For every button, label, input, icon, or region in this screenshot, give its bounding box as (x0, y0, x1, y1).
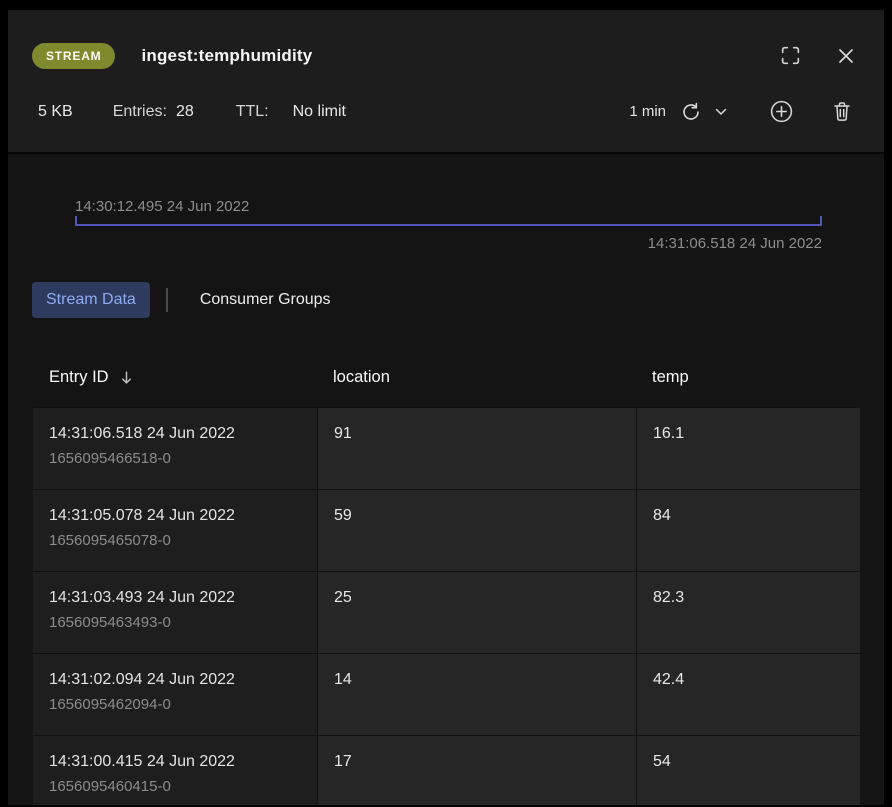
entry-id-cell: 14:31:06.518 24 Jun 2022 1656095466518-0 (33, 407, 317, 489)
tab-separator (166, 288, 168, 312)
stream-timeline: 14:30:12.495 24 Jun 2022 14:31:06.518 24… (75, 198, 822, 252)
entries-count: Entries: 28 (113, 103, 194, 121)
entry-id-cell: 14:31:03.493 24 Jun 2022 1656095463493-0 (33, 571, 317, 653)
delete-key-button[interactable] (830, 98, 854, 125)
entry-id-cell: 14:31:00.415 24 Jun 2022 1656095460415-0 (33, 735, 317, 805)
entry-id: 1656095462094-0 (49, 695, 301, 715)
stream-view-tabs: Stream Data Consumer Groups (32, 282, 884, 318)
sort-desc-icon[interactable] (119, 370, 134, 385)
location-value-cell: 14 (317, 653, 636, 735)
entries-label: Entries: (113, 103, 167, 121)
entry-timestamp: 14:31:00.415 24 Jun 2022 (49, 750, 301, 774)
entry-id: 1656095465078-0 (49, 531, 301, 551)
fullscreen-icon (779, 44, 802, 67)
key-type-badge: STREAM (32, 43, 115, 69)
header-actions (777, 42, 858, 69)
location-value-cell: 17 (317, 735, 636, 805)
close-button[interactable] (834, 44, 858, 68)
entry-id: 1656095460415-0 (49, 777, 301, 797)
key-header: STREAM ingest:temphumidity (32, 10, 858, 69)
key-name-title: ingest:temphumidity (141, 46, 312, 66)
table-row: 14:31:05.078 24 Jun 2022 1656095465078-0… (33, 489, 860, 571)
ttl-value[interactable]: No limit (293, 103, 346, 121)
location-value-cell: 25 (317, 571, 636, 653)
timeline-end-label: 14:31:06.518 24 Jun 2022 (75, 235, 822, 252)
table-row: 14:31:03.493 24 Jun 2022 1656095463493-0… (33, 571, 860, 653)
stream-key-details-panel: STREAM ingest:temphumidity (8, 10, 884, 805)
location-value-cell: 91 (317, 407, 636, 489)
entry-id-cell: 14:31:02.094 24 Jun 2022 1656095462094-0 (33, 653, 317, 735)
key-toolbar-actions: 1 min (629, 97, 854, 126)
table-row: 14:31:06.518 24 Jun 2022 1656095466518-0… (33, 407, 860, 489)
auto-refresh-control: 1 min (629, 99, 729, 125)
entry-id: 1656095466518-0 (49, 449, 301, 469)
entry-id-cell: 14:31:05.078 24 Jun 2022 1656095465078-0 (33, 489, 317, 571)
add-entry-button[interactable] (767, 97, 796, 126)
panel-top: STREAM ingest:temphumidity (8, 10, 884, 154)
entries-value: 28 (176, 103, 194, 121)
temp-value-cell: 54 (636, 735, 860, 805)
tab-stream-data[interactable]: Stream Data (32, 282, 150, 318)
refresh-icon (680, 101, 702, 123)
tab-consumer-groups[interactable]: Consumer Groups (186, 282, 345, 318)
plus-circle-icon (769, 99, 794, 124)
close-icon (836, 46, 856, 66)
timeline-start-label: 14:30:12.495 24 Jun 2022 (75, 198, 822, 215)
location-value-cell: 59 (317, 489, 636, 571)
stream-body: 14:30:12.495 24 Jun 2022 14:31:06.518 24… (8, 154, 884, 805)
column-header-entry-id[interactable]: Entry ID (33, 348, 317, 407)
timeline-range-track[interactable] (75, 224, 822, 226)
table-row: 14:31:02.094 24 Jun 2022 1656095462094-0… (33, 653, 860, 735)
refresh-dropdown-button[interactable] (713, 106, 729, 118)
entry-timestamp: 14:31:06.518 24 Jun 2022 (49, 422, 301, 446)
table-header-row: Entry ID location temp (33, 348, 860, 407)
ttl-label: TTL: (236, 103, 269, 121)
fullscreen-button[interactable] (777, 42, 804, 69)
refresh-button[interactable] (678, 99, 704, 125)
temp-value-cell: 16.1 (636, 407, 860, 489)
entry-timestamp: 14:31:03.493 24 Jun 2022 (49, 586, 301, 610)
key-size: 5 KB (38, 103, 73, 121)
chevron-down-icon (715, 108, 727, 116)
ttl-info: TTL: No limit (236, 103, 346, 121)
column-header-temp: temp (636, 348, 860, 407)
entry-timestamp: 14:31:02.094 24 Jun 2022 (49, 668, 301, 692)
table-row: 14:31:00.415 24 Jun 2022 1656095460415-0… (33, 735, 860, 805)
temp-value-cell: 42.4 (636, 653, 860, 735)
temp-value-cell: 84 (636, 489, 860, 571)
temp-value-cell: 82.3 (636, 571, 860, 653)
refresh-interval-label: 1 min (629, 103, 666, 120)
stream-entries-table: Entry ID location temp 14:31:06.518 24 J… (33, 348, 860, 805)
key-meta-row: 5 KB Entries: 28 TTL: No limit 1 min (32, 69, 858, 152)
column-header-location: location (317, 348, 636, 407)
entry-id: 1656095463493-0 (49, 613, 301, 633)
trash-icon (832, 100, 852, 123)
entry-timestamp: 14:31:05.078 24 Jun 2022 (49, 504, 301, 528)
entry-id-column-label: Entry ID (49, 368, 109, 387)
